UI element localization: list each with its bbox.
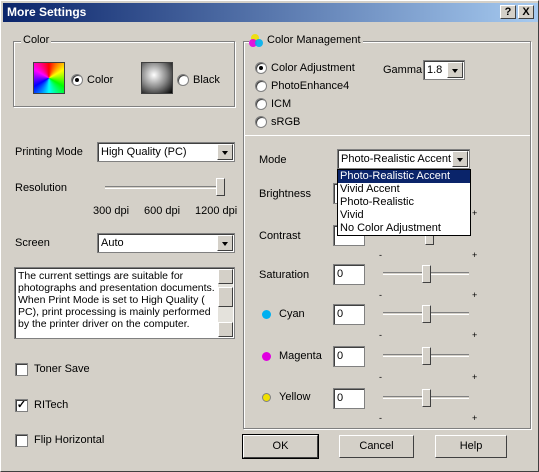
scroll-up-icon[interactable] (218, 269, 233, 284)
magenta-input[interactable]: 0 (333, 346, 365, 367)
photoenhance4-radio[interactable] (255, 80, 267, 92)
chevron-down-icon[interactable] (217, 144, 233, 160)
cyan-plus: + (472, 330, 478, 340)
brightness-label: Brightness (259, 188, 311, 200)
color-adjustment-label[interactable]: Color Adjustment (271, 62, 355, 74)
yellow-slider-thumb[interactable] (422, 389, 431, 407)
resolution-tick-1200: 1200 dpi (195, 205, 238, 217)
srgb-radio[interactable] (255, 116, 267, 128)
ritech-label[interactable]: RITech (34, 399, 68, 411)
brightness-plus: + (472, 208, 478, 218)
gamma-select[interactable]: 1.8 (423, 60, 465, 80)
color-group-label: Color (21, 34, 52, 46)
screen-value: Auto (101, 237, 124, 249)
window-title: More Settings (7, 5, 87, 19)
color-management-icon (249, 34, 265, 48)
scroll-thumb[interactable] (218, 287, 233, 307)
gamma-value: 1.8 (427, 64, 443, 76)
saturation-input[interactable]: 0 (333, 264, 365, 285)
toner-save-checkbox[interactable] (15, 363, 28, 376)
icm-radio[interactable] (255, 98, 267, 110)
mode-dropdown-list[interactable]: Photo-Realistic Accent Vivid Accent Phot… (337, 169, 471, 236)
color-swatch-icon (33, 62, 65, 94)
saturation-value: 0 (337, 268, 344, 280)
resolution-tick-300: 300 dpi (93, 205, 130, 217)
icm-label[interactable]: ICM (271, 98, 291, 110)
flip-horizontal-checkbox[interactable] (15, 434, 28, 447)
cyan-value: 0 (337, 308, 344, 320)
divider (244, 135, 530, 136)
yellow-input[interactable]: 0 (333, 388, 365, 409)
ritech-checkbox[interactable]: ✓ (15, 399, 28, 412)
close-button[interactable]: X (518, 5, 534, 19)
saturation-minus: - (379, 290, 382, 300)
description-text: The current settings are suitable for ph… (18, 270, 215, 330)
magenta-plus: + (472, 372, 478, 382)
color-management-label: Color Management (265, 34, 363, 46)
mode-label: Mode (259, 154, 287, 166)
mode-option[interactable]: Vivid (338, 209, 470, 222)
saturation-slider-thumb[interactable] (422, 265, 431, 283)
yellow-minus: - (379, 413, 382, 423)
mode-option[interactable]: Photo-Realistic (338, 196, 470, 209)
scroll-down-icon[interactable] (218, 322, 233, 337)
cyan-minus: - (379, 330, 382, 340)
more-settings-dialog: More Settings ? X Color Color Black Prin… (0, 0, 539, 472)
magenta-minus: - (379, 372, 382, 382)
mode-value: Photo-Realistic Accent (341, 153, 452, 165)
contrast-label: Contrast (259, 230, 301, 242)
black-radio-label[interactable]: Black (193, 74, 220, 86)
yellow-value: 0 (337, 392, 344, 404)
mode-option[interactable]: Photo-Realistic Accent (338, 170, 470, 183)
help-title-button[interactable]: ? (500, 5, 516, 19)
printing-mode-value: High Quality (PC) (101, 146, 187, 158)
description-box: The current settings are suitable for ph… (14, 267, 235, 339)
magenta-slider-thumb[interactable] (422, 347, 431, 365)
photoenhance4-label[interactable]: PhotoEnhance4 (271, 80, 349, 92)
gamma-label: Gamma (383, 64, 423, 76)
help-button[interactable]: Help (435, 435, 507, 458)
chevron-down-icon[interactable] (217, 235, 233, 251)
description-scrollbar[interactable] (218, 269, 233, 337)
saturation-label: Saturation (259, 269, 310, 281)
toner-save-label[interactable]: Toner Save (34, 363, 90, 375)
chevron-down-icon[interactable] (452, 151, 468, 167)
screen-select[interactable]: Auto (97, 233, 235, 253)
printing-mode-select[interactable]: High Quality (PC) (97, 142, 235, 162)
color-adjustment-radio[interactable] (255, 62, 267, 74)
ok-button[interactable]: OK (242, 434, 319, 459)
title-bar: More Settings ? X (3, 3, 538, 22)
chevron-down-icon[interactable] (447, 62, 463, 78)
resolution-slider-track[interactable] (105, 186, 225, 189)
cyan-input[interactable]: 0 (333, 304, 365, 325)
yellow-label: Yellow (279, 391, 311, 403)
black-radio[interactable] (177, 74, 189, 86)
saturation-plus: + (472, 290, 478, 300)
magenta-dot-icon (262, 352, 271, 361)
black-swatch-icon (141, 62, 173, 94)
cancel-button[interactable]: Cancel (339, 435, 414, 458)
magenta-value: 0 (337, 350, 344, 362)
color-radio-label[interactable]: Color (87, 74, 113, 86)
srgb-label[interactable]: sRGB (271, 116, 300, 128)
contrast-minus: - (379, 250, 382, 260)
mode-option[interactable]: No Color Adjustment (338, 222, 470, 235)
mode-option[interactable]: Vivid Accent (338, 183, 470, 196)
yellow-dot-icon (262, 393, 271, 402)
contrast-plus: + (472, 250, 478, 260)
cyan-dot-icon (262, 310, 271, 319)
color-radio[interactable] (71, 74, 83, 86)
printing-mode-label: Printing Mode (15, 146, 83, 158)
screen-label: Screen (15, 237, 50, 249)
resolution-label: Resolution (15, 182, 67, 194)
cyan-label: Cyan (279, 308, 305, 320)
resolution-tick-600: 600 dpi (144, 205, 181, 217)
resolution-slider-thumb[interactable] (216, 178, 225, 196)
cyan-slider-thumb[interactable] (422, 305, 431, 323)
flip-horizontal-label[interactable]: Flip Horizontal (34, 434, 104, 446)
yellow-plus: + (472, 413, 478, 423)
magenta-label: Magenta (279, 350, 322, 362)
mode-select[interactable]: Photo-Realistic Accent (337, 149, 470, 169)
